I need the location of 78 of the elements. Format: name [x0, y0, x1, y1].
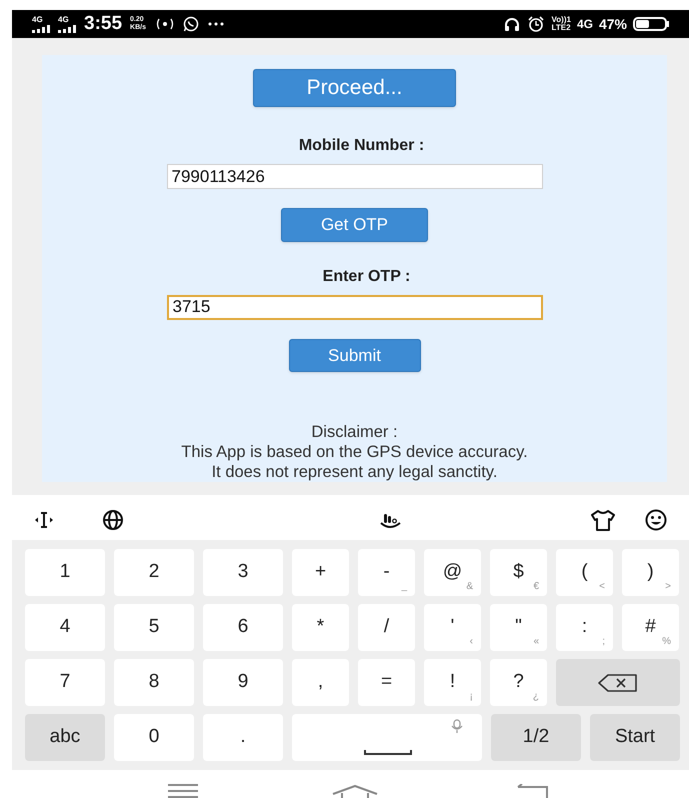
- key-hint: &: [466, 580, 473, 594]
- keyboard-key[interactable]: =: [358, 659, 415, 706]
- menu-icon[interactable]: [168, 784, 198, 798]
- keyboard-key[interactable]: - _: [358, 549, 415, 596]
- key-hint: ‹: [470, 635, 473, 649]
- key-hint: €: [533, 580, 539, 594]
- otp-field[interactable]: 3715: [166, 294, 542, 320]
- network-type-label: 4G: [576, 16, 593, 33]
- disclaimer-text: This App is based on the GPS device accuracy.: [181, 442, 528, 462]
- mobile-number-field[interactable]: 7990113426: [166, 164, 542, 190]
- alarm-clock-icon: [528, 16, 544, 32]
- shirt-icon[interactable]: [591, 508, 615, 532]
- disclaimer-text: It does not represent any legal sanctity.: [212, 462, 498, 482]
- key-hint: %: [662, 635, 671, 649]
- keyboard-key[interactable]: 7: [25, 659, 105, 706]
- keyboard-key[interactable]: 8: [114, 659, 194, 706]
- get-otp-button[interactable]: Get OTP: [281, 208, 428, 242]
- signal-icon: [32, 24, 50, 32]
- battery-percentage: 47%: [598, 14, 627, 34]
- signal-icon: [58, 24, 76, 32]
- smiley-icon[interactable]: [645, 509, 667, 531]
- space-bar-icon: [364, 749, 412, 755]
- backspace-icon: [598, 672, 638, 692]
- keyboard-key[interactable]: +: [292, 549, 349, 596]
- more-dots-icon: [208, 22, 224, 26]
- keyboard-key[interactable]: 1: [25, 549, 105, 596]
- keyboard-key[interactable]: 1/2: [491, 714, 581, 761]
- key-hint: ;: [602, 635, 605, 649]
- key-hint: ¿: [532, 690, 539, 704]
- network-type-label: 4G: [58, 16, 69, 24]
- keyboard-key[interactable]: Start: [590, 714, 680, 761]
- globe-icon[interactable]: [102, 509, 124, 531]
- keyboard-key[interactable]: 9: [203, 659, 283, 706]
- field-label: Mobile Number :: [298, 136, 424, 156]
- keyboard-key[interactable]: $ €: [490, 549, 547, 596]
- network-type-label: 4G: [32, 16, 43, 24]
- disclaimer-text: Disclaimer :: [311, 422, 398, 442]
- volte-label: LTE2: [552, 24, 571, 32]
- keyboard-key[interactable]: ! ¡: [424, 659, 481, 706]
- keyboard-key[interactable]: 6: [203, 604, 283, 651]
- keyboard-key[interactable]: @ &: [424, 549, 481, 596]
- keyboard-key[interactable]: 5: [114, 604, 194, 651]
- microphone-icon: [450, 719, 464, 734]
- submit-button[interactable]: Submit: [288, 338, 420, 372]
- key-hint: >: [665, 580, 671, 594]
- text-cursor-icon[interactable]: [34, 509, 54, 531]
- keyboard-key[interactable]: # %: [622, 604, 679, 651]
- volte-label: Vo))1: [552, 16, 571, 24]
- backspace-key[interactable]: [556, 659, 680, 706]
- keyboard-key[interactable]: : ;: [556, 604, 613, 651]
- keyboard-key[interactable]: 2: [114, 549, 194, 596]
- keyboard-key[interactable]: 4: [25, 604, 105, 651]
- keyboard-key[interactable]: abc: [25, 714, 105, 761]
- keyboard-key[interactable]: " «: [490, 604, 547, 651]
- key-hint: «: [533, 635, 539, 649]
- keyboard-key[interactable]: ' ‹: [424, 604, 481, 651]
- key-hint: _: [401, 580, 407, 594]
- keyboard-key[interactable]: ,: [292, 659, 349, 706]
- proceed-button[interactable]: Proceed...: [253, 69, 456, 108]
- keyboard-key[interactable]: .: [203, 714, 283, 761]
- key-hint: <: [599, 580, 605, 594]
- key-hint: ¡: [470, 690, 473, 704]
- field-label: Enter OTP :: [322, 266, 410, 287]
- keyboard-key[interactable]: 3: [203, 549, 283, 596]
- keyboard-key[interactable]: *: [292, 604, 349, 651]
- keyboard-key[interactable]: /: [358, 604, 415, 651]
- headphones-icon: [504, 16, 520, 32]
- hotspot-icon: [156, 16, 174, 32]
- keyboard-key[interactable]: 0: [114, 714, 194, 761]
- hand-logo-icon[interactable]: [379, 511, 401, 529]
- home-icon[interactable]: [332, 784, 378, 798]
- keyboard-key[interactable]: ) >: [622, 549, 679, 596]
- clock-time: 3:55: [84, 12, 122, 36]
- battery-icon: [633, 17, 667, 31]
- keyboard-key[interactable]: ? ¿: [490, 659, 547, 706]
- chat-app-icon: [182, 16, 200, 32]
- back-icon[interactable]: [517, 784, 548, 798]
- keyboard-key[interactable]: ( <: [556, 549, 613, 596]
